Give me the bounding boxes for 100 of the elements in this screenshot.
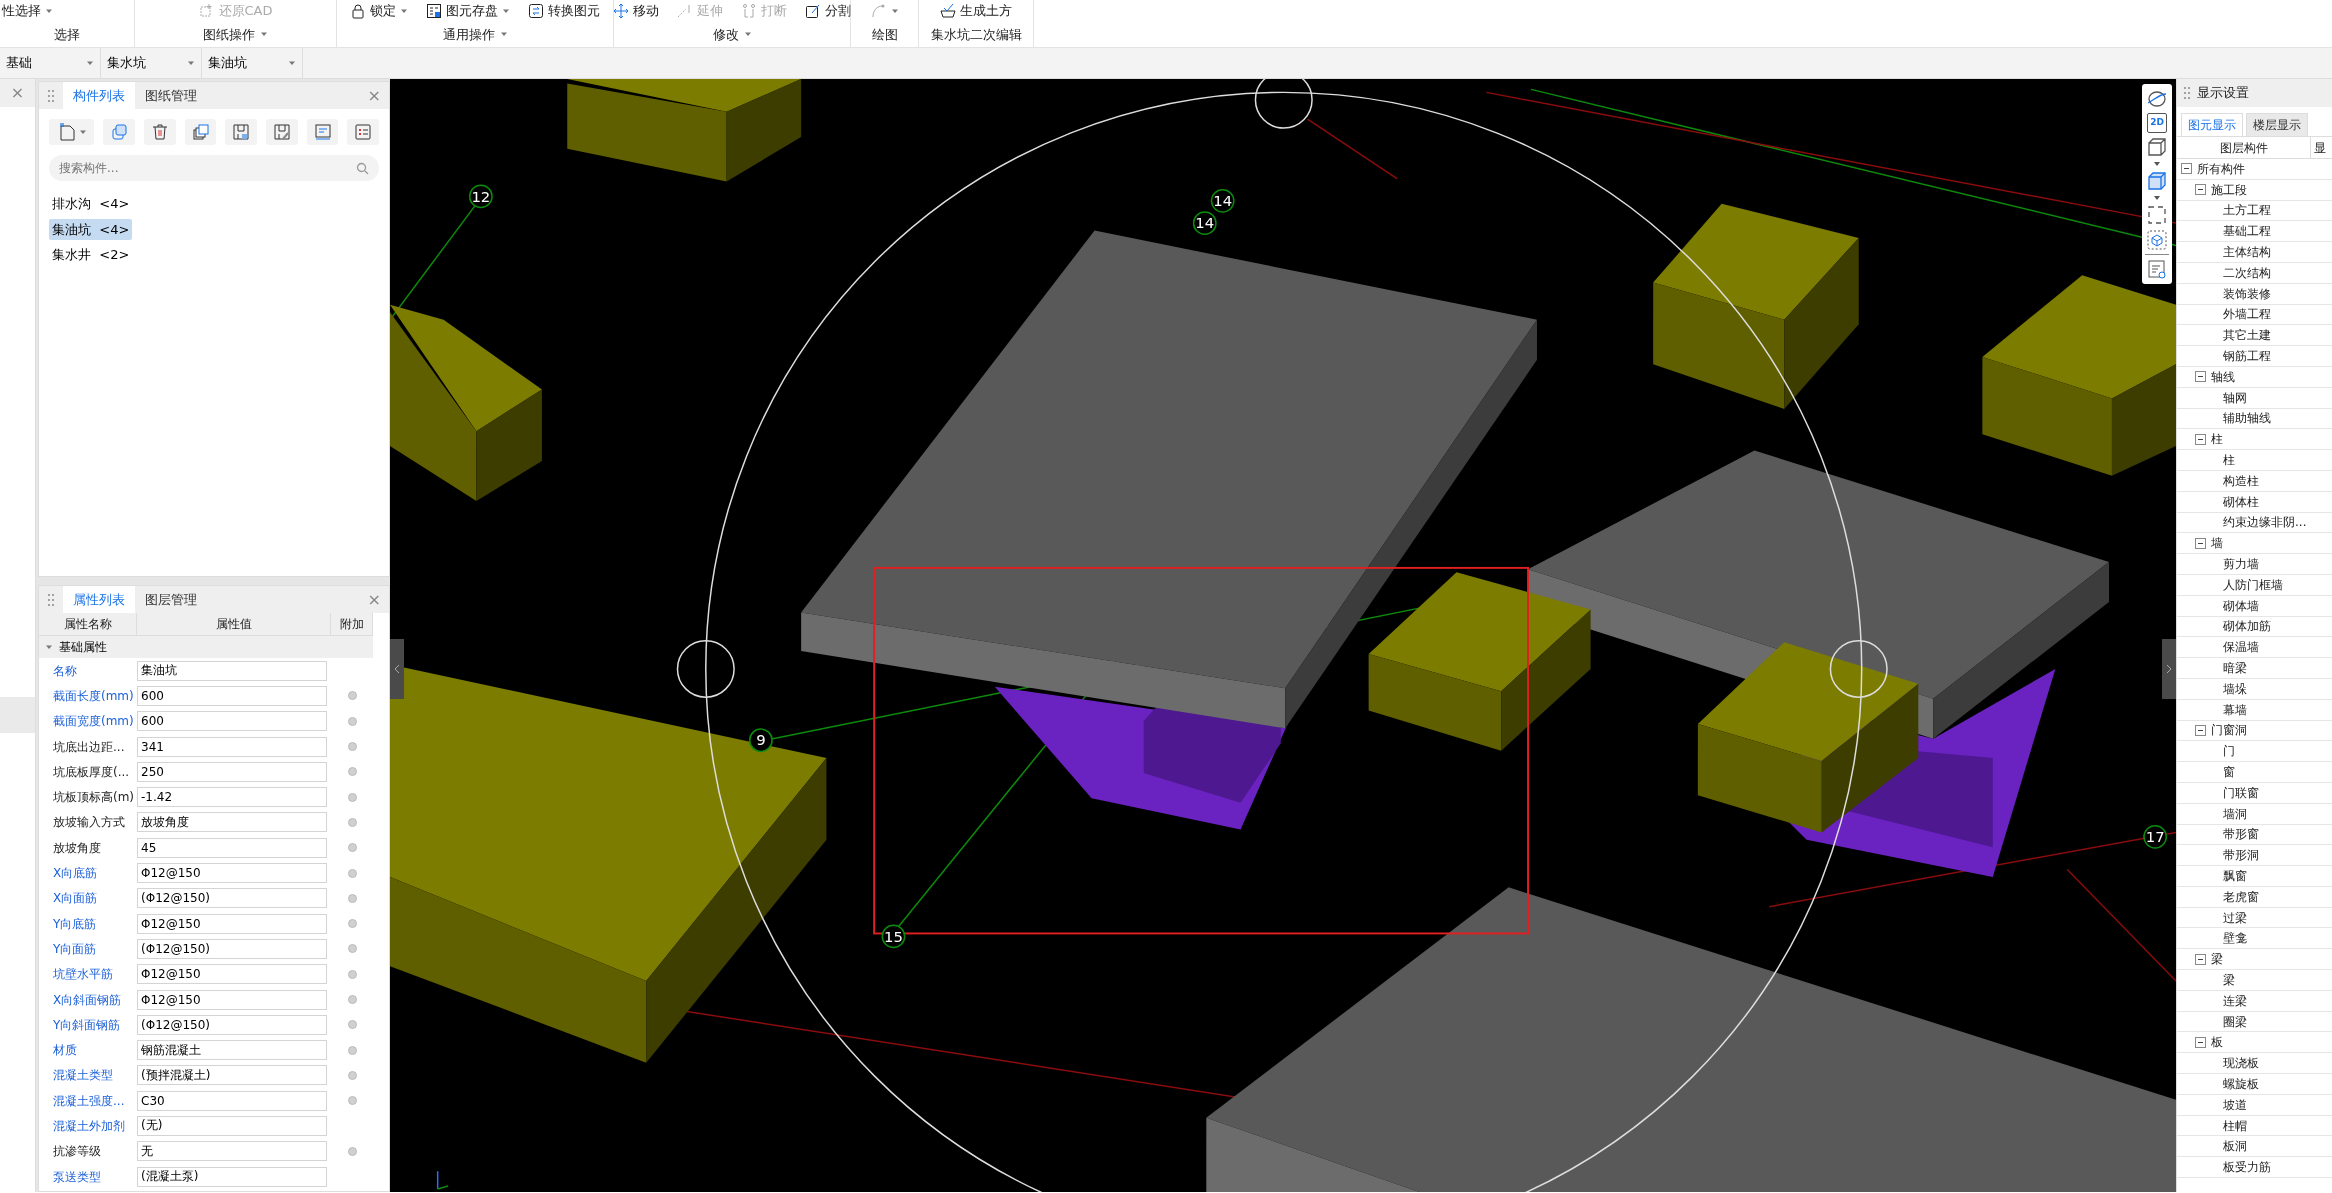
property-value-field[interactable]: Φ12@150 [137, 913, 327, 934]
tool-button[interactable]: 性选择 [0, 1, 55, 21]
tree-item[interactable]: 钢筋工程 [2223, 347, 2271, 366]
tool-button[interactable]: 移动 [611, 1, 661, 21]
property-value-field[interactable]: 放坡角度 [137, 812, 327, 833]
tree-toggle[interactable] [2195, 433, 2206, 445]
tree-item[interactable]: 人防门框墙 [2223, 575, 2283, 594]
addon-radio[interactable] [347, 868, 357, 878]
view-button[interactable] [2146, 258, 2168, 280]
property-value-field[interactable]: 集油坑 [137, 660, 327, 681]
property-value-field[interactable]: Φ12@150 [137, 863, 327, 883]
tree-item[interactable]: 约束边缘非阴... [2223, 513, 2307, 532]
tree-item[interactable]: 柱 [2211, 430, 2223, 449]
addon-radio[interactable] [347, 1146, 357, 1156]
toolbar-button[interactable] [103, 119, 136, 145]
tree-toggle[interactable] [2195, 184, 2206, 196]
property-value-field[interactable]: (Φ12@150) [137, 938, 327, 959]
property-value-field[interactable]: (预拌混凝土) [137, 1065, 327, 1086]
tree-item[interactable]: 窗 [2223, 763, 2235, 781]
property-value-field[interactable]: 45 [137, 837, 327, 858]
collapse-handle[interactable] [2162, 639, 2176, 699]
property-value-field[interactable]: 341 [137, 736, 327, 757]
property-value-field[interactable]: C30 [137, 1090, 327, 1111]
tree-item[interactable]: 其它土建 [2223, 326, 2271, 345]
addon-radio[interactable] [347, 691, 357, 701]
tree-item[interactable]: 墙洞 [2223, 804, 2247, 823]
tree-item[interactable]: 暗梁 [2223, 659, 2247, 677]
toolbar-button[interactable] [266, 119, 298, 145]
tree-item[interactable]: 辅助轴线 [2223, 409, 2271, 428]
tree-item[interactable]: 壁龛 [2223, 929, 2247, 948]
addon-radio[interactable] [347, 944, 357, 954]
tree-item[interactable]: 门窗洞 [2211, 721, 2247, 740]
property-value-field[interactable]: 250 [137, 761, 327, 782]
tree-item[interactable]: 轴网 [2223, 388, 2247, 407]
panel-tab[interactable]: 楼层显示 [2246, 113, 2308, 136]
view-button[interactable] [2146, 204, 2168, 226]
tree-item[interactable]: 外墙工程 [2223, 305, 2271, 324]
search-field[interactable]: 搜索构件... [49, 155, 379, 181]
tree-item[interactable]: 螺旋板 [2223, 1074, 2259, 1093]
property-value-field[interactable]: (Φ12@150) [137, 888, 327, 909]
group-menu[interactable]: 通用操作 [442, 24, 508, 44]
toolbar-button[interactable] [49, 119, 95, 145]
tree-item[interactable]: 板洞 [2223, 1137, 2247, 1156]
tree-item[interactable]: 装饰装修 [2223, 284, 2271, 303]
tree-item[interactable]: 幕墙 [2223, 700, 2247, 719]
tool-button[interactable]: 分割 [803, 1, 853, 21]
component-item[interactable]: 集油坑 <4> [49, 218, 133, 240]
2d-view-button[interactable]: 2D [2147, 113, 2167, 133]
tree-item[interactable]: 基础工程 [2223, 222, 2271, 241]
panel-tab[interactable]: 属性列表 [63, 586, 135, 613]
property-value-field[interactable]: 无 [137, 1141, 327, 1162]
addon-radio[interactable] [347, 1045, 357, 1055]
tree-item[interactable]: 圈梁 [2223, 1012, 2247, 1031]
tree-toggle[interactable] [2195, 1036, 2206, 1048]
tool-button[interactable]: 生成土方 [938, 1, 1014, 21]
addon-radio[interactable] [347, 1020, 357, 1030]
tree-toggle[interactable] [2181, 163, 2192, 175]
property-value-field[interactable]: 钢筋混凝土 [137, 1040, 327, 1061]
toolbar-button[interactable] [144, 119, 176, 145]
toolbar-button[interactable] [225, 119, 258, 145]
panel-tab[interactable]: 图元显示 [2181, 113, 2243, 136]
addon-radio[interactable] [347, 1070, 357, 1080]
property-value-field[interactable]: 600 [137, 685, 327, 706]
view-button[interactable] [2146, 136, 2168, 158]
component-item[interactable]: 排水沟 <4> [49, 193, 133, 215]
tool-button[interactable]: 锁定 [348, 1, 410, 21]
tool-button[interactable]: 转换图元 [526, 1, 602, 21]
group-menu[interactable]: 修改 [712, 24, 752, 44]
tree-item[interactable]: 土方工程 [2223, 201, 2271, 220]
tree-item[interactable]: 梁 [2211, 950, 2223, 969]
tree-toggle[interactable] [2195, 953, 2206, 965]
tree-toggle[interactable] [2195, 724, 2206, 736]
toolbar-button[interactable] [306, 119, 339, 145]
tree-item[interactable]: 板受力筋 [2223, 1158, 2271, 1177]
addon-radio[interactable] [347, 716, 357, 726]
tree-toggle[interactable] [2195, 537, 2206, 549]
property-value-field[interactable]: Φ12@150 [137, 989, 327, 1010]
tree-item[interactable]: 飘窗 [2223, 867, 2247, 885]
tree-item[interactable]: 墙垛 [2223, 679, 2247, 698]
collapse-handle[interactable] [390, 639, 404, 699]
addon-radio[interactable] [347, 843, 357, 853]
property-value-field[interactable]: (Φ12@150) [137, 1014, 327, 1035]
property-value-field[interactable]: (无) [137, 1116, 327, 1136]
addon-radio[interactable] [347, 792, 357, 802]
toolbar-button[interactable] [347, 119, 379, 145]
tree-item[interactable]: 坡道 [2223, 1095, 2247, 1114]
property-value-field[interactable]: -1.42 [137, 787, 327, 808]
tree-item[interactable]: 柱帽 [2223, 1116, 2247, 1135]
property-value-field[interactable]: 600 [137, 711, 327, 732]
panel-tab[interactable]: 图纸管理 [135, 82, 207, 109]
tree-item[interactable]: 现浇板 [2223, 1054, 2259, 1073]
component-item[interactable]: 集水井 <2> [49, 244, 133, 266]
addon-radio[interactable] [347, 767, 357, 777]
toolbar-button[interactable] [184, 119, 217, 145]
view-button[interactable] [2146, 88, 2168, 110]
tree-item[interactable]: 剪力墙 [2223, 555, 2259, 574]
tree-item[interactable]: 连梁 [2223, 991, 2247, 1010]
addon-radio[interactable] [347, 893, 357, 903]
tree-item[interactable]: 带形窗 [2223, 825, 2259, 844]
tree-item[interactable]: 板 [2211, 1033, 2223, 1052]
